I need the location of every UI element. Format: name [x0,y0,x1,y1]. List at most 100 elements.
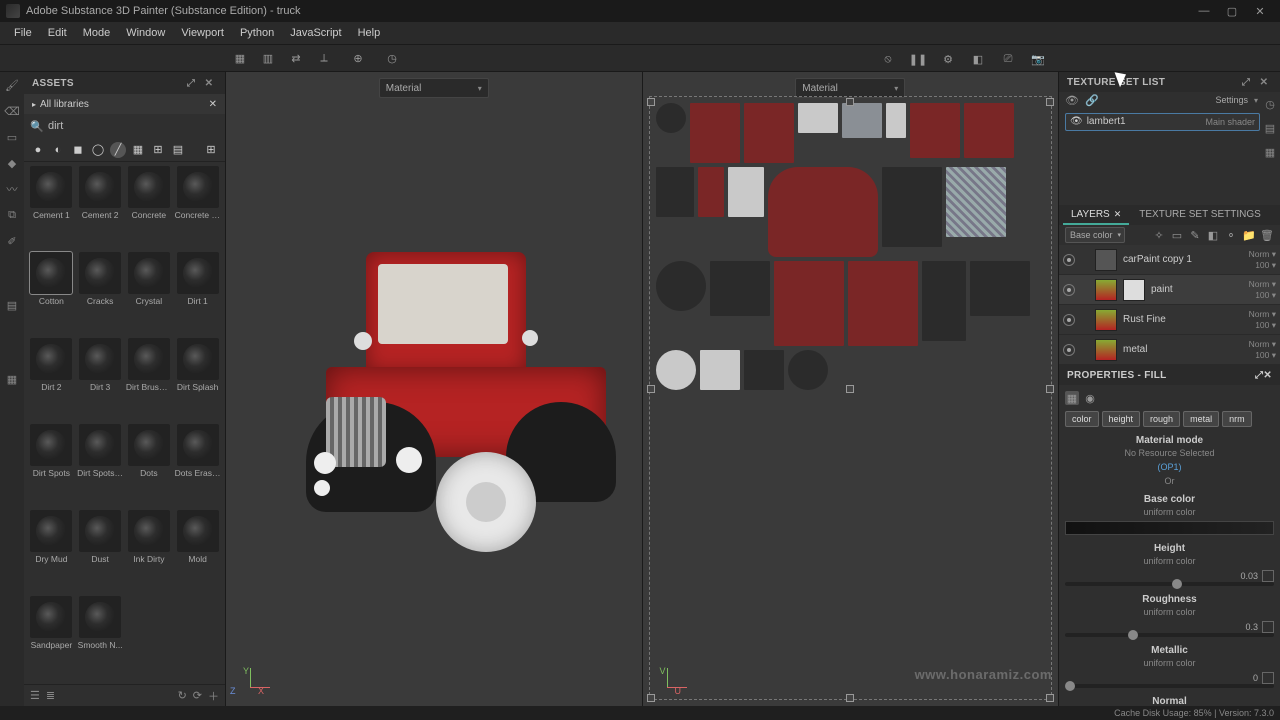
uv-handle[interactable] [846,694,854,702]
menu-mode[interactable]: Mode [75,27,119,39]
layer-row[interactable]: metal Norm ▾100 ▾ [1059,335,1280,365]
projection-icon[interactable]: ◉ [1083,391,1097,405]
layer-blend[interactable]: Norm ▾100 ▾ [1249,279,1276,299]
add-effect-icon[interactable]: ✧ [1152,228,1166,242]
tsl-close-icon[interactable]: ✕ [1256,74,1272,90]
layer-blend[interactable]: Norm ▾100 ▾ [1249,339,1276,359]
perspective-icon[interactable]: ⟂ [312,46,336,70]
asset-item[interactable]: Dirt Brushed [126,338,173,422]
tsl-item[interactable]: 👁 lambert1 Main shader [1065,113,1260,131]
screenshot-icon[interactable]: 📷 [1026,47,1050,71]
asset-item[interactable]: Dots Erased [174,424,221,508]
footer-list-icon[interactable]: ≣ [46,689,55,702]
add-view-icon[interactable]: ⊕ [346,46,370,70]
bake-icon[interactable]: ◷ [380,46,404,70]
visibility-icon[interactable] [1063,284,1075,296]
delete-layer-icon[interactable]: 🗑 [1260,228,1274,242]
filter-alphas-icon[interactable]: ◯ [90,142,106,158]
layer-row[interactable]: paint Norm ▾100 ▾ [1059,275,1280,305]
asset-item[interactable]: Ink Dirty [126,510,173,594]
channel-chip[interactable]: nrm [1222,411,1252,427]
asset-item[interactable]: Sandpaper [28,596,75,680]
asset-item[interactable]: Concrete [126,166,173,250]
polyfill-tool-icon[interactable]: ◆ [3,154,21,172]
props-detach-icon[interactable]: ⤢ [1255,370,1263,381]
view-split-icon[interactable]: ▥ [256,46,280,70]
uv-handle[interactable] [1046,98,1054,106]
menu-viewport[interactable]: Viewport [173,27,232,39]
material-dropdown-3d[interactable]: Material [379,78,489,98]
props-close-icon[interactable]: ✕ [1263,370,1272,381]
camera-icon[interactable]: ⎚ [996,47,1020,71]
channel-chip[interactable]: rough [1143,411,1180,427]
filter-materials-icon[interactable]: ● [30,142,46,158]
filter-smart-icon[interactable]: ◐ [50,142,66,158]
uv-handle[interactable] [647,98,655,106]
asset-item[interactable]: Cement 2 [77,166,124,250]
eraser-tool-icon[interactable]: ⌫ [3,102,21,120]
tsl-settings[interactable]: Settings [1215,95,1248,105]
add-adjust-icon[interactable]: ⚬ [1224,228,1238,242]
tsl-detach-icon[interactable]: ⤢ [1238,74,1254,90]
brush-tool-icon[interactable]: 🖌 [3,76,21,94]
asset-item[interactable]: Cement 1 [28,166,75,250]
asset-item[interactable]: Crystal [126,252,173,336]
filter-textures-icon[interactable]: ╱ [110,142,126,158]
asset-item[interactable]: Dots [126,424,173,508]
maximize-button[interactable]: ▢ [1218,0,1246,22]
close-panel-icon[interactable]: ✕ [201,75,217,91]
uv-handle[interactable] [846,385,854,393]
asset-item[interactable]: Mold [174,510,221,594]
layer-row[interactable]: Rust Fine Norm ▾100 ▾ [1059,305,1280,335]
clone-tool-icon[interactable]: ⧉ [3,206,21,224]
menu-edit[interactable]: Edit [40,27,75,39]
view-grid-icon[interactable]: ⊞ [203,142,219,158]
asset-item[interactable]: Dry Mud [28,510,75,594]
fill-icon[interactable]: ▦ [1065,391,1079,405]
roughness-slider[interactable] [1065,633,1274,637]
asset-item[interactable]: Cotton [28,252,75,336]
tex-icon[interactable]: ▦ [1262,144,1278,160]
uv-handle[interactable] [1046,385,1054,393]
material-picker-icon[interactable]: ✐ [3,232,21,250]
iray-icon[interactable]: ◧ [966,47,990,71]
tsl-eye-icon[interactable]: 👁 [1065,93,1079,107]
asset-item[interactable]: Cracks [77,252,124,336]
layer-blend[interactable]: Norm ▾100 ▾ [1249,309,1276,329]
uv-handle[interactable] [846,98,854,106]
footer-pin-icon[interactable]: ⟳ [193,689,202,702]
view-2d-only-icon[interactable]: ⇄ [284,46,308,70]
add-mask-icon[interactable]: ▭ [1170,228,1184,242]
filter-masks-icon[interactable]: ◼ [70,142,86,158]
filter-grid-icon[interactable]: ⊞ [150,142,166,158]
menu-javascript[interactable]: JavaScript [282,27,349,39]
asset-item[interactable]: Smooth N... [77,596,124,680]
footer-tree-icon[interactable]: ☰ [30,689,40,702]
visibility-icon[interactable] [1063,344,1075,356]
menu-window[interactable]: Window [118,27,173,39]
viewport-2d[interactable]: Material [643,72,1059,706]
detach-icon[interactable]: ⤢ [183,75,199,91]
uv-handle[interactable] [647,694,655,702]
channel-dropdown[interactable]: Base color [1065,227,1125,243]
add-paint-icon[interactable]: ◧ [1206,228,1220,242]
library-row[interactable]: ▸ All libraries ✕ [24,94,225,114]
view-3d-only-icon[interactable]: ▦ [228,46,252,70]
library-close-icon[interactable]: ✕ [209,99,217,110]
add-folder-icon[interactable]: 📁 [1242,228,1256,242]
tsl-link-icon[interactable]: 🔗 [1085,93,1099,107]
metallic-slider[interactable] [1065,684,1274,688]
search-input[interactable] [48,120,219,132]
add-fill-icon[interactable]: ✎ [1188,228,1202,242]
footer-refresh-icon[interactable]: ↻ [178,689,187,702]
tab-texture-settings[interactable]: TEXTURE SET SETTINGS [1131,206,1269,225]
asset-item[interactable]: Dirt 3 [77,338,124,422]
close-tab-icon[interactable]: ✕ [1114,209,1122,219]
asset-item[interactable]: Dirt Spots [28,424,75,508]
viewport-3d[interactable]: Material [226,72,642,706]
asset-item[interactable]: Dust [77,510,124,594]
tab-layers[interactable]: LAYERS✕ [1063,206,1129,225]
shelf-icon[interactable]: ▦ [3,370,21,388]
smudge-tool-icon[interactable]: 〰 [3,180,21,198]
minimize-button[interactable]: — [1190,0,1218,22]
